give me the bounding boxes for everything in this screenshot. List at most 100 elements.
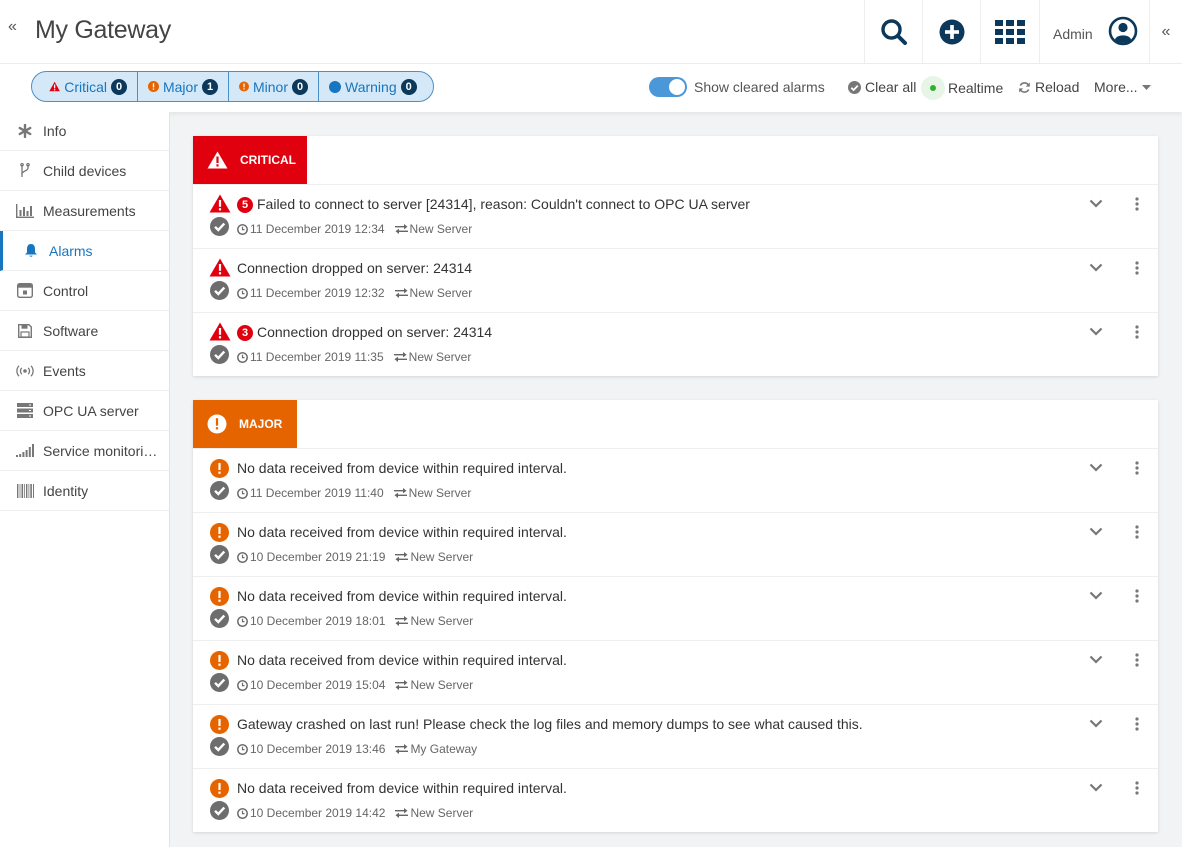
sidebar-item-identity[interactable]: Identity — [0, 471, 169, 511]
alarm-row[interactable]: 3 Connection dropped on server: 24314 11 D… — [193, 312, 1158, 376]
filter-label: Major — [162, 78, 198, 95]
alarm-meta: 10 December 2019 18:01 New Server — [237, 614, 473, 628]
alarm-source-name: New Server — [409, 286, 473, 300]
filter-minor[interactable]: Minor 0 — [229, 72, 319, 101]
alarm-row[interactable]: No data received from device within requ… — [193, 512, 1158, 576]
chevron-down-icon[interactable] — [1089, 719, 1103, 728]
filter-major[interactable]: Major 1 — [138, 72, 229, 101]
acknowledge-check-icon[interactable] — [210, 281, 229, 300]
sidebar-item-events[interactable]: Events — [0, 351, 169, 391]
more-vertical-icon[interactable] — [1135, 589, 1139, 603]
chevron-down-icon[interactable] — [1089, 463, 1103, 472]
major-exclamation-icon — [210, 651, 229, 670]
search-button[interactable] — [864, 0, 922, 64]
sidebar-item-software[interactable]: Software — [0, 311, 169, 351]
alarm-source[interactable]: New Server — [394, 286, 473, 300]
alarm-time: 10 December 2019 14:42 — [250, 806, 386, 820]
alarm-row[interactable]: Gateway crashed on last run! Please chec… — [193, 704, 1158, 768]
alarm-message: No data received from device within requ… — [237, 780, 567, 796]
sidebar-item-measurements[interactable]: Measurements — [0, 191, 169, 231]
acknowledge-check-icon[interactable] — [210, 345, 229, 364]
alarm-source[interactable]: New Server — [393, 486, 471, 500]
alarm-source[interactable]: My Gateway — [395, 742, 477, 756]
alarm-row[interactable]: Connection dropped on server: 24314 11 De… — [193, 248, 1158, 312]
sidebar-item-child-devices[interactable]: Child devices — [0, 151, 169, 191]
alarm-time: 11 December 2019 11:35 — [250, 350, 384, 364]
chevron-down-icon[interactable] — [1089, 591, 1103, 600]
more-vertical-icon[interactable] — [1135, 325, 1139, 339]
app-header: « My Gateway Admin « — [0, 0, 1182, 64]
sidebar-item-control[interactable]: Control — [0, 271, 169, 311]
collapse-right-drawer-button[interactable]: « — [1149, 0, 1182, 64]
realtime-indicator — [921, 76, 945, 100]
collapse-navigator-button[interactable]: « — [8, 18, 22, 40]
major-exclamation-icon — [207, 414, 227, 434]
chevron-down-icon[interactable] — [1089, 327, 1103, 336]
filter-warning[interactable]: Warning 0 — [319, 72, 433, 101]
chevron-down-icon[interactable] — [1089, 783, 1103, 792]
alarm-row[interactable]: No data received from device within requ… — [193, 768, 1158, 832]
sidebar-item-opc-ua-server[interactable]: OPC UA server — [0, 391, 169, 431]
more-vertical-icon[interactable] — [1135, 717, 1139, 731]
alarm-row[interactable]: No data received from device within requ… — [193, 576, 1158, 640]
alarm-source[interactable]: New Server — [395, 806, 473, 820]
exchange-icon — [395, 808, 409, 818]
alarm-source-name: New Server — [410, 678, 474, 692]
acknowledge-check-icon[interactable] — [210, 801, 229, 820]
acknowledge-check-icon[interactable] — [210, 481, 229, 500]
acknowledge-check-icon[interactable] — [210, 673, 229, 692]
acknowledge-check-icon[interactable] — [210, 217, 229, 236]
more-menu-button[interactable]: More... — [1094, 79, 1151, 95]
sidebar-item-info[interactable]: Info — [0, 112, 169, 151]
chevron-down-icon[interactable] — [1089, 263, 1103, 272]
alarm-source[interactable]: New Server — [395, 614, 473, 628]
critical-triangle-icon — [207, 151, 228, 169]
alarm-source[interactable]: New Server — [395, 550, 473, 564]
sidebar-item-alarms[interactable]: Alarms — [0, 231, 169, 271]
alarm-row[interactable]: No data received from device within requ… — [193, 640, 1158, 704]
plus-circle-icon — [939, 19, 964, 45]
acknowledge-check-icon[interactable] — [210, 545, 229, 564]
critical-alarms-card: CRITICAL 5 Failed to connect to server [2… — [193, 136, 1158, 376]
reload-label: Reload — [1035, 79, 1080, 95]
critical-severity-tab: CRITICAL — [193, 136, 307, 184]
sidebar-item-service-monitoring[interactable]: Service monitoring — [0, 431, 169, 471]
alarm-source-name: New Server — [409, 222, 473, 236]
acknowledge-check-icon[interactable] — [210, 609, 229, 628]
realtime-button[interactable]: Realtime — [921, 75, 1003, 101]
alarm-source[interactable]: New Server — [395, 678, 473, 692]
show-cleared-toggle[interactable] — [649, 77, 687, 97]
filter-critical[interactable]: Critical 0 — [32, 72, 138, 101]
more-vertical-icon[interactable] — [1135, 197, 1139, 211]
warning-circle-icon — [329, 80, 341, 93]
alarm-message: Failed to connect to server [24314], rea… — [257, 196, 750, 212]
alarm-count-badge: 5 — [237, 197, 253, 213]
alarm-row[interactable]: 5 Failed to connect to server [24314], re… — [193, 184, 1158, 248]
chevron-down-icon[interactable] — [1089, 655, 1103, 664]
more-vertical-icon[interactable] — [1135, 653, 1139, 667]
barcode-icon — [16, 482, 34, 500]
chevron-down-icon[interactable] — [1089, 527, 1103, 536]
exchange-icon — [393, 352, 407, 362]
clear-all-button[interactable]: Clear all — [848, 79, 916, 95]
user-menu[interactable]: Admin — [1039, 0, 1149, 64]
alarm-row[interactable]: No data received from device within requ… — [193, 448, 1158, 512]
more-vertical-icon[interactable] — [1135, 461, 1139, 475]
reload-button[interactable]: Reload — [1018, 79, 1079, 95]
sidebar-item-label: Events — [43, 362, 86, 379]
app-switcher-button[interactable] — [980, 0, 1038, 64]
alarm-message: Connection dropped on server: 24314 — [237, 260, 473, 276]
alarm-time: 10 December 2019 18:01 — [250, 614, 386, 628]
exchange-icon — [395, 680, 409, 690]
sidebar-item-label: Child devices — [43, 162, 127, 179]
acknowledge-check-icon[interactable] — [210, 737, 229, 756]
alarm-message: Connection dropped on server: 24314 — [257, 324, 493, 340]
add-button[interactable] — [922, 0, 980, 64]
more-vertical-icon[interactable] — [1135, 525, 1139, 539]
alarm-source[interactable]: New Server — [394, 222, 473, 236]
more-vertical-icon[interactable] — [1135, 781, 1139, 795]
alarm-source[interactable]: New Server — [393, 350, 471, 364]
critical-severity-label: CRITICAL — [240, 153, 296, 167]
more-vertical-icon[interactable] — [1135, 261, 1139, 275]
chevron-down-icon[interactable] — [1089, 199, 1103, 208]
